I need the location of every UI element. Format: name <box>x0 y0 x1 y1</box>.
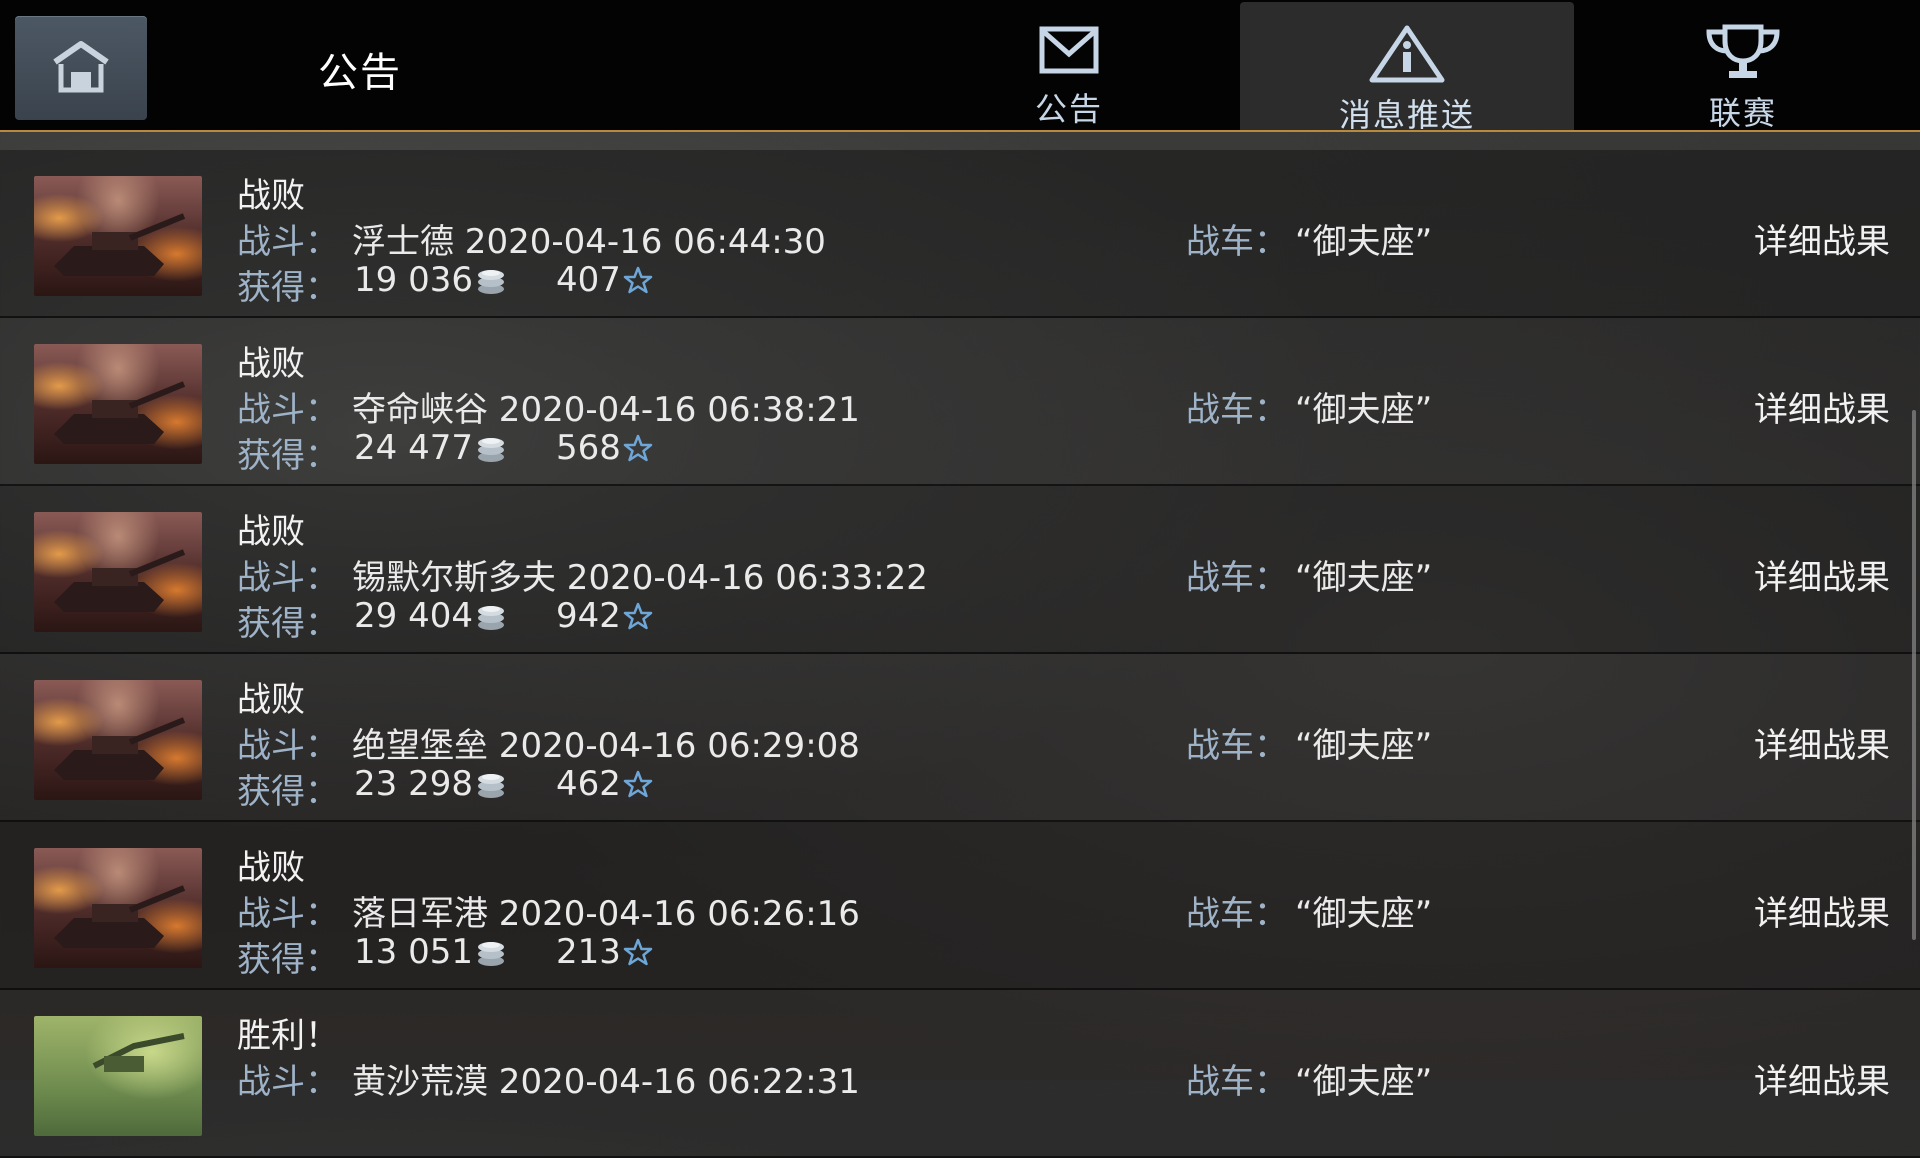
tab-label: 消息推送 <box>1338 96 1475 134</box>
tab-label: 联赛 <box>1708 94 1777 132</box>
warning-triangle-icon <box>1368 25 1446 83</box>
envelope-icon <box>1039 24 1099 76</box>
coin-stack-icon <box>475 433 507 463</box>
battle-result: 战败 <box>237 848 305 888</box>
home-icon <box>49 38 113 98</box>
xp-earned: 942 <box>556 596 653 636</box>
scrollbar[interactable] <box>1912 410 1916 940</box>
tank-label: 战车： <box>1186 558 1288 598</box>
battle-label: 战斗： <box>237 390 339 430</box>
credits-value: 19 036 <box>354 260 473 300</box>
tank-name: “御夫座” <box>1295 390 1433 430</box>
tank-label: 战车： <box>1186 1062 1288 1102</box>
star-icon <box>623 601 653 631</box>
details-button[interactable]: 详细战果 <box>1754 1054 1890 1103</box>
battle-map-time: 落日军港 2020-04-16 06:26:16 <box>352 894 860 934</box>
xp-value: 407 <box>556 260 621 300</box>
credits-value: 13 051 <box>354 932 473 972</box>
battle-row[interactable]: 战败 战斗： 浮士德 2020-04-16 06:44:30 获得： 19 03… <box>0 150 1920 318</box>
earned-label: 获得： <box>237 268 339 308</box>
trophy-icon <box>1703 24 1783 80</box>
battle-map-time: 锡默尔斯多夫 2020-04-16 06:33:22 <box>352 558 928 598</box>
battle-row[interactable]: 战败 战斗： 落日军港 2020-04-16 06:26:16 获得： 13 0… <box>0 822 1920 990</box>
tank-name: “御夫座” <box>1295 726 1433 766</box>
battle-result: 胜利！ <box>237 1016 339 1056</box>
battle-result: 战败 <box>237 680 305 720</box>
battle-label: 战斗： <box>237 222 339 262</box>
details-button[interactable]: 详细战果 <box>1754 214 1890 263</box>
tank-name: “御夫座” <box>1295 894 1433 934</box>
credits-earned: 24 477 <box>354 428 507 468</box>
tab-league[interactable]: 联赛 <box>1576 0 1910 132</box>
details-button[interactable]: 详细战果 <box>1754 718 1890 767</box>
xp-value: 213 <box>556 932 621 972</box>
battle-result-list: 战败 战斗： 浮士德 2020-04-16 06:44:30 获得： 19 03… <box>0 150 1920 1158</box>
tab-announcements[interactable]: 公告 <box>902 0 1236 130</box>
battle-map-time: 绝望堡垒 2020-04-16 06:29:08 <box>352 726 860 766</box>
earned-label: 获得： <box>237 436 339 476</box>
credits-value: 23 298 <box>354 764 473 804</box>
coin-stack-icon <box>475 937 507 967</box>
battle-map-time: 黄沙荒漠 2020-04-16 06:22:31 <box>352 1062 860 1102</box>
xp-earned: 213 <box>556 932 653 972</box>
star-icon <box>623 433 653 463</box>
battle-thumbnail <box>34 176 202 296</box>
battle-label: 战斗： <box>237 1062 339 1102</box>
battle-label: 战斗： <box>237 558 339 598</box>
tank-name: “御夫座” <box>1295 222 1433 262</box>
credits-earned: 23 298 <box>354 764 507 804</box>
details-button[interactable]: 详细战果 <box>1754 550 1890 599</box>
home-button[interactable] <box>15 16 147 120</box>
battle-result: 战败 <box>237 512 305 552</box>
battle-thumbnail <box>34 848 202 968</box>
coin-stack-icon <box>475 601 507 631</box>
battle-thumbnail <box>34 1016 202 1136</box>
battle-thumbnail <box>34 344 202 464</box>
battle-row[interactable]: 战败 战斗： 绝望堡垒 2020-04-16 06:29:08 获得： 23 2… <box>0 654 1920 822</box>
tab-label: 公告 <box>1034 90 1103 128</box>
xp-value: 462 <box>556 764 621 804</box>
credits-value: 29 404 <box>354 596 473 636</box>
tank-label: 战车： <box>1186 894 1288 934</box>
battle-row[interactable]: 胜利！ 战斗： 黄沙荒漠 2020-04-16 06:22:31 战车： “御夫… <box>0 990 1920 1158</box>
earned-label: 获得： <box>237 772 339 812</box>
battle-row[interactable]: 战败 战斗： 锡默尔斯多夫 2020-04-16 06:33:22 获得： 29… <box>0 486 1920 654</box>
page-title: 公告 <box>318 50 402 96</box>
tab-notifications[interactable]: 消息推送 <box>1240 2 1574 134</box>
tank-label: 战车： <box>1186 390 1288 430</box>
xp-earned: 462 <box>556 764 653 804</box>
tank-name: “御夫座” <box>1295 558 1433 598</box>
battle-label: 战斗： <box>237 726 339 766</box>
details-button[interactable]: 详细战果 <box>1754 382 1890 431</box>
coin-stack-icon <box>475 265 507 295</box>
tank-label: 战车： <box>1186 222 1288 262</box>
earned-label: 获得： <box>237 940 339 980</box>
xp-earned: 568 <box>556 428 653 468</box>
battle-thumbnail <box>34 512 202 632</box>
xp-value: 568 <box>556 428 621 468</box>
xp-value: 942 <box>556 596 621 636</box>
coin-stack-icon <box>475 769 507 799</box>
battle-result: 战败 <box>237 344 305 384</box>
star-icon <box>623 769 653 799</box>
star-icon <box>623 265 653 295</box>
top-bar: 公告 公告 消息推送 联赛 <box>0 0 1920 134</box>
battle-result: 战败 <box>237 176 305 216</box>
details-button[interactable]: 详细战果 <box>1754 886 1890 935</box>
battle-map-time: 浮士德 2020-04-16 06:44:30 <box>352 222 826 262</box>
star-icon <box>623 937 653 967</box>
xp-earned: 407 <box>556 260 653 300</box>
battle-map-time: 夺命峡谷 2020-04-16 06:38:21 <box>352 390 860 430</box>
tank-label: 战车： <box>1186 726 1288 766</box>
credits-earned: 19 036 <box>354 260 507 300</box>
battle-row[interactable]: 战败 战斗： 夺命峡谷 2020-04-16 06:38:21 获得： 24 4… <box>0 318 1920 486</box>
battle-thumbnail <box>34 680 202 800</box>
battle-label: 战斗： <box>237 894 339 934</box>
tank-name: “御夫座” <box>1295 1062 1433 1102</box>
earned-label: 获得： <box>237 604 339 644</box>
credits-value: 24 477 <box>354 428 473 468</box>
credits-earned: 29 404 <box>354 596 507 636</box>
credits-earned: 13 051 <box>354 932 507 972</box>
